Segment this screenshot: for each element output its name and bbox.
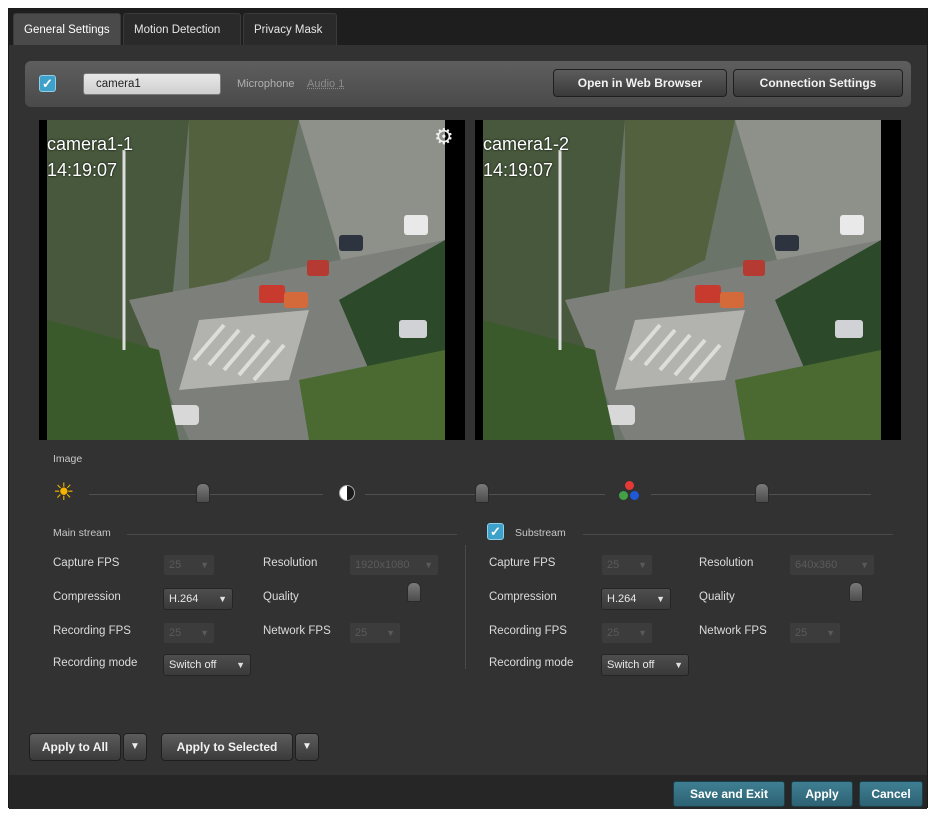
main-compression-select[interactable]: H.264 ▼ — [163, 588, 233, 610]
sub-compression-label: Compression — [489, 591, 557, 603]
apply-to-selected-button[interactable]: Apply to Selected — [161, 733, 293, 761]
substream-checkbox[interactable]: ✓ — [487, 523, 504, 540]
main-capture-fps-value: 25 — [169, 559, 182, 571]
sub-recording-fps-select[interactable]: 25 ▼ — [601, 622, 653, 644]
sub-network-fps-select[interactable]: 25 ▼ — [789, 622, 841, 644]
tab-motion-detection[interactable]: Motion Detection — [123, 13, 241, 45]
main-network-fps-select[interactable]: 25 ▼ — [349, 622, 401, 644]
stream-divider — [465, 545, 466, 669]
tab-privacy-mask[interactable]: Privacy Mask — [243, 13, 337, 45]
sub-compression-select[interactable]: H.264 ▼ — [601, 588, 671, 610]
chevron-down-icon: ▼ — [302, 741, 312, 752]
apply-to-all-dropdown[interactable]: ▼ — [123, 733, 147, 761]
chevron-down-icon: ▼ — [130, 741, 140, 752]
main-quality-label: Quality — [263, 591, 299, 603]
video-overlay-time: 14:19:07 — [483, 160, 554, 180]
main-compression-label: Compression — [53, 591, 121, 603]
open-web-browser-button[interactable]: Open in Web Browser — [553, 69, 727, 97]
chevron-down-icon: ▼ — [386, 628, 395, 638]
sub-capture-fps-label: Capture FPS — [489, 557, 556, 569]
main-network-fps-value: 25 — [355, 627, 368, 639]
tab-bar: General Settings Motion Detection Privac… — [9, 9, 927, 45]
microphone-link[interactable]: Audio 1 — [307, 78, 344, 90]
chevron-down-icon: ▼ — [200, 628, 209, 638]
main-stream-title: Main stream — [53, 527, 111, 539]
chevron-down-icon: ▼ — [638, 560, 647, 570]
tab-general-settings[interactable]: General Settings — [13, 13, 121, 45]
sub-resolution-value: 640x360 — [795, 559, 838, 571]
chevron-down-icon: ▼ — [200, 560, 209, 570]
save-and-exit-button[interactable]: Save and Exit — [673, 781, 785, 807]
camera-settings-window: General Settings Motion Detection Privac… — [8, 8, 928, 809]
gear-icon[interactable]: ⚙ — [434, 124, 454, 150]
chevron-down-icon: ▼ — [638, 628, 647, 638]
chevron-down-icon: ▼ — [674, 660, 683, 670]
sub-recording-fps-label: Recording FPS — [489, 625, 567, 637]
sub-recording-mode-value: Switch off — [607, 659, 655, 671]
microphone-label: Microphone — [237, 78, 295, 90]
main-recording-mode-value: Switch off — [169, 659, 217, 671]
main-capture-fps-select[interactable]: 25 ▼ — [163, 554, 215, 576]
general-settings-panel: ✓ Microphone Audio 1 Open in Web Browser… — [9, 45, 927, 775]
sub-resolution-select[interactable]: 640x360 ▼ — [789, 554, 875, 576]
sub-quality-slider-thumb[interactable] — [849, 582, 863, 602]
main-resolution-label: Resolution — [263, 557, 318, 569]
main-compression-value: H.264 — [169, 593, 199, 605]
chevron-down-icon: ▼ — [860, 560, 869, 570]
video-preview-sub[interactable]: camera1-2 14:19:07 — [475, 120, 901, 440]
connection-settings-button[interactable]: Connection Settings — [733, 69, 903, 97]
apply-button[interactable]: Apply — [791, 781, 853, 807]
sun-icon: ☀ — [53, 479, 75, 506]
camera-header-bar: ✓ Microphone Audio 1 Open in Web Browser… — [25, 61, 911, 107]
sub-capture-fps-select[interactable]: 25 ▼ — [601, 554, 653, 576]
main-resolution-select[interactable]: 1920x1080 ▼ — [349, 554, 439, 576]
sub-recording-mode-select[interactable]: Switch off ▼ — [601, 654, 689, 676]
chevron-down-icon: ▼ — [236, 660, 245, 670]
main-resolution-value: 1920x1080 — [355, 559, 410, 571]
substream-title: Substream — [515, 527, 566, 539]
sub-recording-fps-value: 25 — [607, 627, 620, 639]
contrast-slider-thumb[interactable] — [475, 483, 489, 503]
dialog-footer: Save and Exit Apply Cancel — [9, 775, 927, 809]
main-recording-fps-label: Recording FPS — [53, 625, 131, 637]
main-recording-mode-select[interactable]: Switch off ▼ — [163, 654, 251, 676]
sub-capture-fps-value: 25 — [607, 559, 620, 571]
main-recording-mode-label: Recording mode — [53, 657, 138, 669]
contrast-icon — [339, 485, 355, 501]
sub-recording-mode-label: Recording mode — [489, 657, 574, 669]
saturation-slider-thumb[interactable] — [755, 483, 769, 503]
chevron-down-icon: ▼ — [424, 560, 433, 570]
apply-to-selected-dropdown[interactable]: ▼ — [295, 733, 319, 761]
brightness-slider-thumb[interactable] — [196, 483, 210, 503]
chevron-down-icon: ▼ — [218, 594, 227, 604]
chevron-down-icon: ▼ — [826, 628, 835, 638]
main-recording-fps-value: 25 — [169, 627, 182, 639]
video-overlay-name: camera1-1 — [47, 134, 134, 154]
camera-enabled-checkbox[interactable]: ✓ — [39, 75, 56, 92]
main-capture-fps-label: Capture FPS — [53, 557, 120, 569]
cancel-button[interactable]: Cancel — [859, 781, 923, 807]
video-overlay-name: camera1-2 — [483, 134, 570, 154]
main-stream-separator — [127, 534, 457, 535]
main-network-fps-label: Network FPS — [263, 625, 331, 637]
apply-to-all-button[interactable]: Apply to All — [29, 733, 121, 761]
video-preview-main[interactable]: camera1-1 14:19:07 ⚙ — [39, 120, 465, 440]
sub-resolution-label: Resolution — [699, 557, 754, 569]
sub-network-fps-label: Network FPS — [699, 625, 767, 637]
rgb-dots-icon — [619, 481, 641, 503]
camera-name-input[interactable] — [83, 73, 221, 95]
sub-compression-value: H.264 — [607, 593, 637, 605]
video-overlay-time: 14:19:07 — [47, 160, 118, 180]
main-recording-fps-select[interactable]: 25 ▼ — [163, 622, 215, 644]
sub-quality-label: Quality — [699, 591, 735, 603]
main-quality-slider-thumb[interactable] — [407, 582, 421, 602]
substream-separator — [583, 534, 893, 535]
image-section-title: Image — [53, 453, 83, 465]
chevron-down-icon: ▼ — [656, 594, 665, 604]
sub-network-fps-value: 25 — [795, 627, 808, 639]
